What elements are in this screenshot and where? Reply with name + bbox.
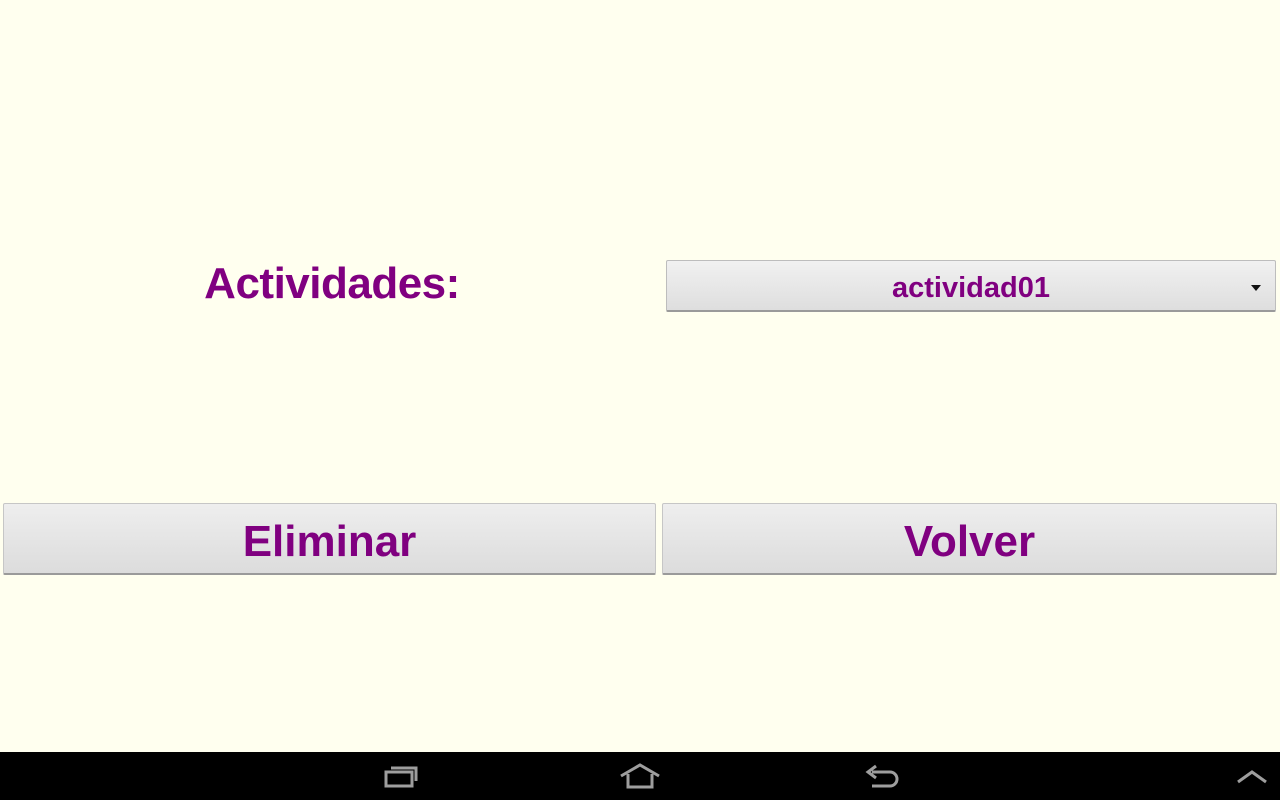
home-icon [620,763,660,789]
recent-apps-icon [384,766,418,788]
back-button[interactable] [842,752,922,800]
eliminar-button[interactable]: Eliminar [3,503,656,575]
actividad-spinner[interactable]: actividad01 [666,260,1276,312]
app-screen: Actividades: actividad01 Eliminar Volver [0,0,1280,752]
actividades-label: Actividades: [204,259,460,308]
spinner-selected-value: actividad01 [892,272,1050,304]
menu-up-icon [1237,770,1267,784]
volver-button[interactable]: Volver [662,503,1277,575]
back-icon [865,764,899,788]
recent-apps-button[interactable] [360,752,440,800]
home-button[interactable] [600,752,680,800]
dropdown-triangle-icon [1251,285,1261,291]
system-navigation-bar [0,752,1280,800]
menu-up-button[interactable] [1212,752,1280,800]
